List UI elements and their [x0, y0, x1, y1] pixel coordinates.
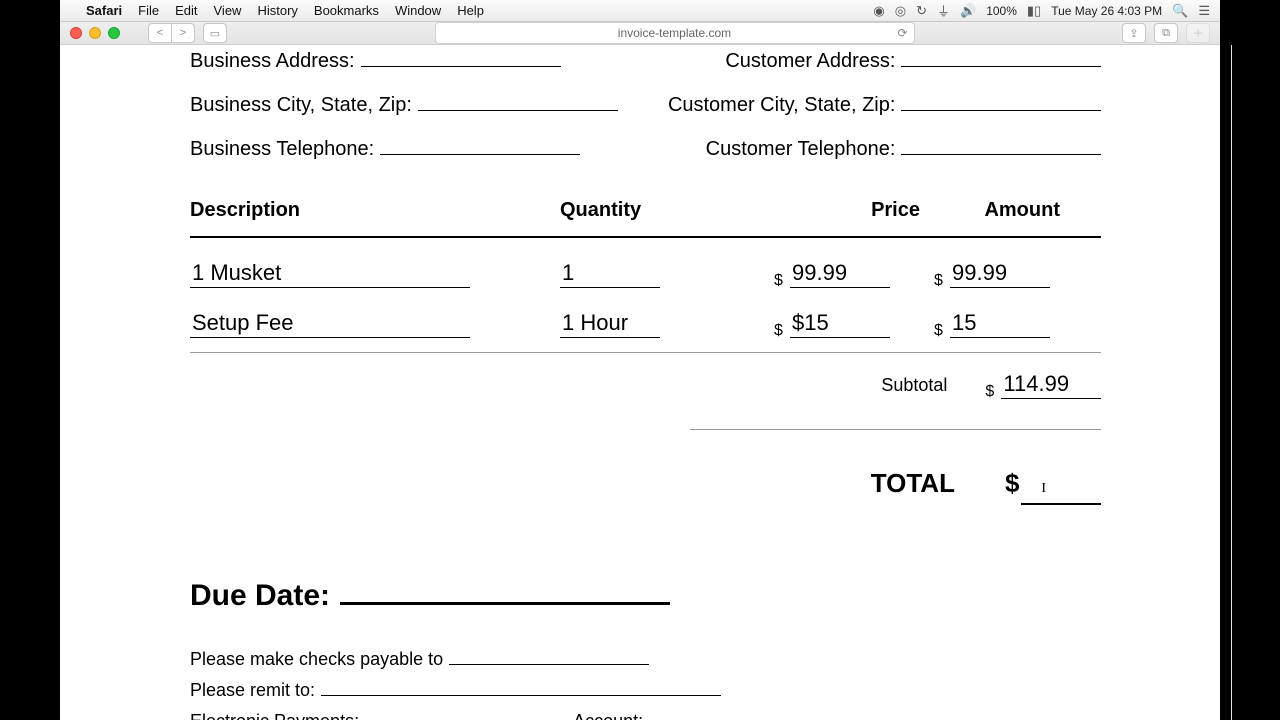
row2-price[interactable]: $15	[790, 310, 890, 338]
menu-help[interactable]: Help	[457, 3, 484, 18]
row1-price[interactable]: 99.99	[790, 260, 890, 288]
total-row: TOTAL $ I	[190, 468, 1101, 505]
row2-amount[interactable]: 15	[950, 310, 1050, 338]
customer-city-label: Customer City, State, Zip:	[668, 94, 895, 117]
col-price: Price	[720, 199, 920, 222]
due-date-line: Due Date:	[190, 575, 1101, 613]
back-button[interactable]: <	[148, 23, 172, 43]
dollar-sign-icon: $	[934, 272, 943, 290]
customer-address-field[interactable]	[901, 47, 1101, 67]
account-label: Account:	[573, 711, 643, 720]
dollar-sign-icon: $	[934, 322, 943, 340]
share-button[interactable]: ⇪	[1122, 23, 1146, 43]
table-header: Description Quantity Price Amount	[190, 199, 1101, 222]
business-phone-field[interactable]	[380, 135, 580, 155]
customer-phone-line: Customer Telephone:	[668, 135, 1101, 161]
menu-window[interactable]: Window	[395, 3, 441, 18]
dollar-sign-icon: $	[1005, 468, 1019, 499]
customer-phone-field[interactable]	[901, 135, 1101, 155]
text-cursor-icon: I	[1041, 481, 1046, 496]
table-row: Setup Fee 1 Hour $ $15 $15	[190, 310, 1101, 338]
new-tab-button[interactable]: ＋	[1186, 23, 1210, 43]
battery-icon: ▮▯	[1027, 3, 1041, 19]
due-date-label: Due Date:	[190, 579, 330, 613]
clock: Tue May 26 4:03 PM	[1051, 4, 1162, 18]
table-row: 1 Musket 1 $99.99 $99.99	[190, 260, 1101, 288]
account-field[interactable]	[649, 709, 849, 720]
row2-description[interactable]: Setup Fee	[190, 310, 470, 338]
total-field[interactable]: I	[1021, 481, 1101, 505]
customer-address-label: Customer Address:	[725, 50, 895, 73]
app-name[interactable]: Safari	[86, 3, 122, 18]
business-city-label: Business City, State, Zip:	[190, 94, 412, 117]
sidebar-button[interactable]: ▭	[203, 23, 227, 43]
macos-menubar: Safari File Edit View History Bookmarks …	[60, 0, 1220, 22]
menu-view[interactable]: View	[214, 3, 242, 18]
checks-payable-field[interactable]	[449, 647, 649, 665]
customer-address-line: Customer Address:	[668, 47, 1101, 73]
total-label: TOTAL	[871, 468, 955, 499]
close-window-button[interactable]	[70, 27, 82, 39]
forward-button[interactable]: >	[171, 23, 195, 43]
customer-city-field[interactable]	[901, 91, 1101, 111]
subtotal-row: Subtotal $114.99	[190, 371, 1101, 399]
address-bar[interactable]: invoice-template.com ⟳	[435, 22, 915, 44]
wifi-icon[interactable]: ⏚	[937, 1, 950, 20]
col-description: Description	[190, 199, 560, 222]
menu-history[interactable]: History	[257, 3, 297, 18]
row1-amount[interactable]: 99.99	[950, 260, 1050, 288]
menu-edit[interactable]: Edit	[175, 3, 197, 18]
address-bar-text: invoice-template.com	[618, 26, 731, 40]
business-address-label: Business Address:	[190, 50, 355, 73]
sync-icon[interactable]: ◎	[895, 3, 906, 19]
subtotal-field[interactable]: 114.99	[1001, 371, 1101, 399]
payment-instructions: Please make checks payable to Please rem…	[190, 647, 1101, 720]
safari-toolbar: < > ▭ invoice-template.com ⟳ ⇪ ⧉ ＋	[60, 22, 1220, 45]
business-city-line: Business City, State, Zip:	[190, 91, 618, 117]
safari-window: < > ▭ invoice-template.com ⟳ ⇪ ⧉ ＋	[60, 22, 1220, 720]
minimize-window-button[interactable]	[89, 27, 101, 39]
dollar-sign-icon: $	[985, 383, 994, 401]
customer-phone-label: Customer Telephone:	[706, 138, 896, 161]
zoom-window-button[interactable]	[108, 27, 120, 39]
col-amount: Amount	[920, 199, 1060, 222]
remit-to-field[interactable]	[321, 678, 721, 696]
row1-description[interactable]: 1 Musket	[190, 260, 470, 288]
tabs-button[interactable]: ⧉	[1154, 23, 1178, 43]
dollar-sign-icon: $	[774, 322, 783, 340]
business-city-field[interactable]	[418, 91, 618, 111]
menu-bookmarks[interactable]: Bookmarks	[314, 3, 379, 18]
vertical-scrollbar[interactable]	[1231, 45, 1232, 720]
spotlight-icon[interactable]: 🔍	[1172, 3, 1188, 19]
business-address-field[interactable]	[361, 47, 561, 67]
table-rule	[190, 236, 1101, 238]
table-rule	[690, 429, 1101, 430]
invoice-document: Business Address: Customer Address: Busi…	[60, 45, 1231, 720]
window-controls	[70, 27, 120, 39]
row1-quantity[interactable]: 1	[560, 260, 660, 288]
business-address-line: Business Address:	[190, 47, 618, 73]
due-date-field[interactable]	[340, 575, 670, 605]
line-items-table: Description Quantity Price Amount 1 Musk…	[190, 199, 1101, 505]
screenrec-icon[interactable]: ◉	[873, 3, 884, 19]
dollar-sign-icon: $	[774, 272, 783, 290]
notification-center-icon[interactable]: ☰	[1198, 3, 1210, 19]
col-quantity: Quantity	[560, 199, 720, 222]
subtotal-label: Subtotal	[881, 375, 947, 396]
electronic-payments-label: Electronic Payments:	[190, 711, 359, 720]
battery-percent: 100%	[986, 4, 1017, 18]
timemachine-icon[interactable]: ↻	[916, 3, 927, 19]
row2-quantity[interactable]: 1 Hour	[560, 310, 660, 338]
menu-file[interactable]: File	[138, 3, 159, 18]
customer-city-line: Customer City, State, Zip:	[668, 91, 1101, 117]
table-rule	[190, 352, 1101, 353]
reload-icon[interactable]: ⟳	[897, 26, 907, 40]
business-phone-label: Business Telephone:	[190, 138, 374, 161]
page-content: Business Address: Customer Address: Busi…	[60, 45, 1220, 720]
remit-to-label: Please remit to:	[190, 680, 315, 701]
volume-icon[interactable]: 🔊	[960, 3, 976, 19]
checks-payable-label: Please make checks payable to	[190, 649, 443, 670]
business-phone-line: Business Telephone:	[190, 135, 618, 161]
electronic-payments-field[interactable]	[365, 709, 565, 720]
